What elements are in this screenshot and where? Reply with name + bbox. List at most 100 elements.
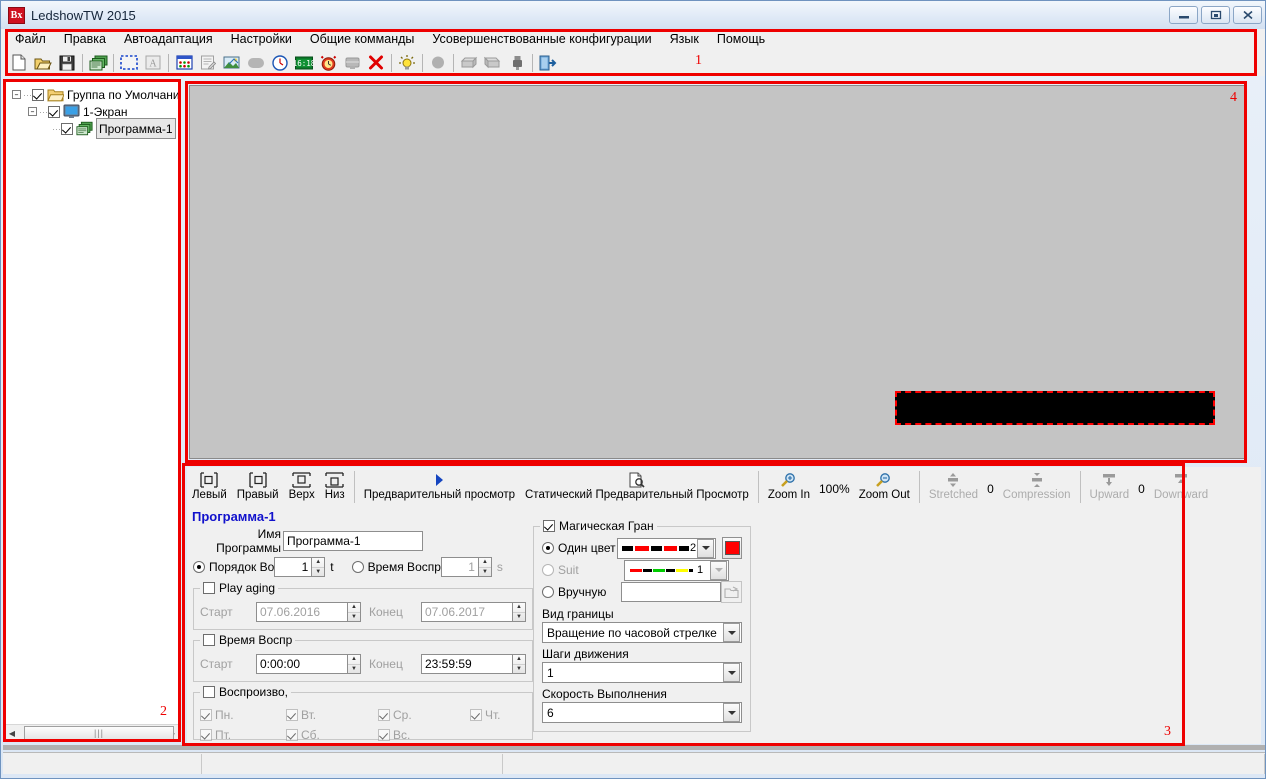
align-right-button[interactable]: Правый — [232, 469, 284, 501]
menu-item-language[interactable]: Язык — [661, 30, 708, 48]
steps-select[interactable]: 1 — [542, 662, 742, 683]
play-time-radio[interactable] — [351, 561, 364, 573]
menu-item-autoadapt[interactable]: Автоадаптация — [115, 30, 222, 48]
minimize-button[interactable] — [1169, 6, 1198, 24]
weekday-fri[interactable]: Пт. — [200, 728, 286, 742]
play-order-input[interactable]: 1 — [274, 557, 313, 577]
weekday-fri-checkbox[interactable] — [200, 729, 212, 741]
add-text-button[interactable]: A — [141, 51, 165, 74]
play-aging-start-spinner[interactable]: ▲ ▼ — [348, 602, 361, 622]
tree-expander-group[interactable]: – — [12, 90, 21, 99]
menu-item-file[interactable]: Файл — [6, 30, 55, 48]
new-file-button[interactable] — [7, 51, 31, 74]
align-bottom-button[interactable]: Низ — [320, 469, 350, 501]
alarm-timer-button[interactable] — [316, 51, 340, 74]
open-file-button[interactable] — [31, 51, 55, 74]
close-button[interactable] — [1233, 6, 1262, 24]
align-top-button[interactable]: Верх — [284, 469, 320, 501]
screen-canvas[interactable] — [189, 85, 1247, 459]
play-time-input[interactable]: 1 — [440, 557, 479, 577]
zoom-out-button[interactable]: Zoom Out — [854, 469, 915, 501]
play-time-spinner[interactable]: ▲ ▼ — [478, 557, 492, 577]
border-type-select[interactable]: Вращение по часовой стрелке — [542, 622, 742, 643]
led-matrix-button[interactable] — [172, 51, 196, 74]
downward-button[interactable]: Downward — [1149, 469, 1213, 501]
play-period-start-input[interactable]: 0:00:00 — [256, 654, 348, 674]
chevron-down-icon[interactable] — [723, 663, 740, 682]
analog-clock-button[interactable] — [268, 51, 292, 74]
tree-horizontal-scrollbar[interactable]: ◀ ||| ▶ — [4, 724, 180, 741]
static-preview-button[interactable]: Статический Предварительный Просмотр — [520, 469, 754, 501]
ellipse-button[interactable] — [244, 51, 268, 74]
scroll-track[interactable]: ||| — [20, 725, 174, 741]
play-period-end-spinner[interactable]: ▲ ▼ — [513, 654, 526, 674]
exit-button[interactable] — [536, 51, 560, 74]
horizontal-splitter[interactable] — [3, 745, 1265, 750]
chevron-down-icon[interactable] — [697, 538, 715, 558]
menu-item-edit[interactable]: Правка — [55, 30, 115, 48]
tree-checkbox-screen[interactable] — [48, 105, 60, 118]
program-list-button[interactable] — [86, 51, 110, 74]
digital-clock-button[interactable]: 16:18 — [292, 51, 316, 74]
send-right-button[interactable] — [481, 51, 505, 74]
manual-browse-button[interactable] — [720, 581, 742, 603]
tree-node-group[interactable]: – ··· Группа по Умолчанию — [4, 86, 180, 103]
add-region-button[interactable] — [117, 51, 141, 74]
send-left-button[interactable] — [457, 51, 481, 74]
suit-pattern-select[interactable]: 1 — [624, 559, 729, 581]
one-color-radio[interactable] — [542, 542, 554, 554]
play-period-checkbox[interactable] — [203, 634, 215, 646]
play-period-end-input[interactable]: 23:59:59 — [421, 654, 513, 674]
play-order-spinner[interactable]: ▲ ▼ — [312, 557, 326, 577]
one-color-pattern-select[interactable]: 2 — [617, 537, 717, 559]
weekday-mon[interactable]: Пн. — [200, 708, 286, 722]
manual-path-input[interactable] — [620, 582, 721, 602]
save-button[interactable] — [55, 51, 79, 74]
menu-item-advanced-config[interactable]: Усовершенствованные конфигурации — [423, 30, 660, 48]
play-aging-end-spinner[interactable]: ▲ ▼ — [513, 602, 526, 622]
suit-radio[interactable] — [542, 564, 554, 576]
scroll-thumb[interactable]: ||| — [24, 725, 174, 741]
text-region[interactable] — [895, 391, 1215, 425]
tree-expander-screen[interactable]: – — [28, 107, 37, 116]
play-order-radio[interactable] — [193, 561, 205, 573]
photo-button[interactable] — [220, 51, 244, 74]
align-left-button[interactable]: Левый — [187, 469, 232, 501]
speed-select[interactable]: 6 — [542, 702, 742, 723]
play-aging-checkbox[interactable] — [203, 582, 215, 594]
menu-item-help[interactable]: Помощь — [708, 30, 774, 48]
weekday-tue-checkbox[interactable] — [286, 709, 298, 721]
usb-button[interactable] — [505, 51, 529, 74]
play-aging-start-input[interactable]: 07.06.2016 — [256, 602, 348, 622]
weekday-sun[interactable]: Вс. — [378, 728, 470, 742]
weekday-wed[interactable]: Ср. — [378, 708, 470, 722]
brightness-button[interactable] — [395, 51, 419, 74]
weekday-sun-checkbox[interactable] — [378, 729, 390, 741]
manual-radio[interactable] — [542, 586, 554, 598]
weekday-wed-checkbox[interactable] — [378, 709, 390, 721]
play-period-start-spinner[interactable]: ▲ ▼ — [348, 654, 361, 674]
weekdays-checkbox[interactable] — [203, 686, 215, 698]
menu-item-settings[interactable]: Настройки — [222, 30, 301, 48]
weekday-sat[interactable]: Сб. — [286, 728, 378, 742]
program-name-input[interactable]: Программа-1 — [283, 531, 423, 551]
maximize-button[interactable] — [1201, 6, 1230, 24]
temperature-button[interactable] — [340, 51, 364, 74]
tree-node-program[interactable]: ··· Программа-1 — [4, 118, 180, 139]
gray-circle-button[interactable] — [426, 51, 450, 74]
chevron-down-icon[interactable] — [723, 623, 740, 642]
magic-border-checkbox[interactable] — [543, 520, 555, 532]
stretched-button[interactable]: Stretched — [924, 469, 983, 501]
weekday-sat-checkbox[interactable] — [286, 729, 298, 741]
tree-checkbox-program[interactable] — [61, 122, 73, 135]
chevron-down-icon[interactable] — [723, 703, 740, 722]
weekday-tue[interactable]: Вт. — [286, 708, 378, 722]
preview-button[interactable]: Предварительный просмотр — [359, 469, 520, 501]
border-color-button[interactable] — [722, 537, 742, 559]
upward-button[interactable]: Upward — [1085, 469, 1135, 501]
zoom-in-button[interactable]: Zoom In — [763, 469, 815, 501]
notepad-button[interactable] — [196, 51, 220, 74]
weekday-mon-checkbox[interactable] — [200, 709, 212, 721]
chevron-down-icon[interactable] — [710, 560, 727, 580]
menu-item-common-commands[interactable]: Общие комманды — [301, 30, 423, 48]
